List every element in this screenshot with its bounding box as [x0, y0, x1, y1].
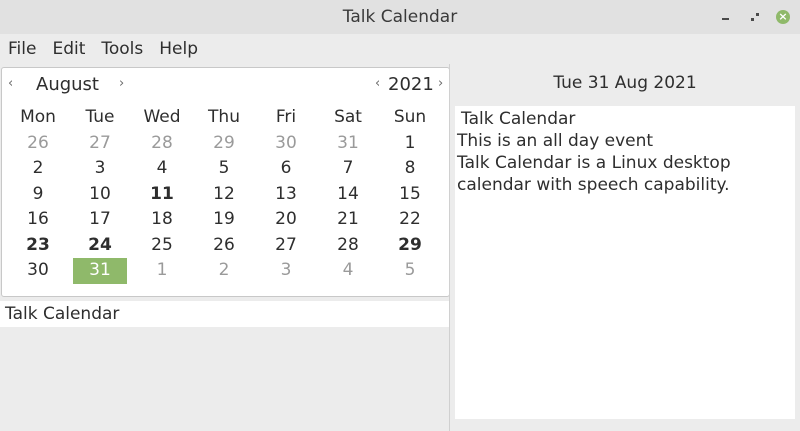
- year-label: 2021: [388, 74, 434, 95]
- calendar-day-selected[interactable]: 31: [73, 258, 127, 284]
- minimize-icon: [721, 18, 729, 20]
- close-button[interactable]: ×: [772, 6, 794, 28]
- weekday-header: Sun: [393, 107, 427, 127]
- calendar-day[interactable]: 26: [193, 233, 255, 259]
- calendar-day[interactable]: 2: [7, 156, 69, 182]
- details-line: calendar with speech capability.: [457, 175, 730, 195]
- calendar-day[interactable]: 29: [379, 233, 441, 259]
- calendar-day[interactable]: 25: [131, 233, 193, 259]
- month-label: August: [36, 74, 99, 95]
- weekday-header: Fri: [275, 107, 297, 127]
- calendar-day[interactable]: 23: [7, 233, 69, 259]
- details-line: Talk Calendar is a Linux desktop: [457, 153, 731, 173]
- calendar-day[interactable]: 4: [131, 156, 193, 182]
- calendar-day[interactable]: 15: [379, 182, 441, 208]
- calendar-day[interactable]: 1: [131, 258, 193, 284]
- prev-month-button[interactable]: ‹: [8, 74, 13, 94]
- calendar-day[interactable]: 4: [317, 258, 379, 284]
- calendar-day[interactable]: 9: [7, 182, 69, 208]
- calendar-day[interactable]: 5: [193, 156, 255, 182]
- calendar-day[interactable]: 7: [317, 156, 379, 182]
- calendar-day[interactable]: 14: [317, 182, 379, 208]
- weekday-header: Sat: [334, 107, 362, 127]
- calendar-day[interactable]: 12: [193, 182, 255, 208]
- calendar-day[interactable]: 3: [255, 258, 317, 284]
- weekday-header: Tue: [85, 107, 115, 127]
- selected-date-label: Tue 31 Aug 2021: [553, 73, 697, 93]
- maximize-button[interactable]: [744, 6, 766, 28]
- calendar-day[interactable]: 5: [379, 258, 441, 284]
- calendar-day[interactable]: 19: [193, 207, 255, 233]
- calendar-day[interactable]: 28: [131, 131, 193, 157]
- next-month-button[interactable]: ›: [119, 74, 124, 94]
- calendar-day[interactable]: 29: [193, 131, 255, 157]
- calendar-day[interactable]: 27: [69, 131, 131, 157]
- calendar-day[interactable]: 6: [255, 156, 317, 182]
- calendar-day[interactable]: 24: [69, 233, 131, 259]
- calendar-day[interactable]: 1: [379, 131, 441, 157]
- menu-help[interactable]: Help: [151, 34, 206, 64]
- window-title: Talk Calendar: [342, 7, 458, 27]
- calendar-day[interactable]: 22: [379, 207, 441, 233]
- calendar-day[interactable]: 11: [131, 182, 193, 208]
- calendar-day[interactable]: 28: [317, 233, 379, 259]
- calendar-day[interactable]: 10: [69, 182, 131, 208]
- details-line: This is an all day event: [457, 131, 654, 151]
- close-icon: ×: [776, 10, 790, 24]
- pane-divider[interactable]: [449, 64, 450, 431]
- calendar-day[interactable]: 30: [255, 131, 317, 157]
- calendar-day[interactable]: 20: [255, 207, 317, 233]
- calendar-day[interactable]: 2: [193, 258, 255, 284]
- menu-bar: File Edit Tools Help: [0, 34, 800, 64]
- title-bar[interactable]: Talk Calendar ×: [0, 0, 800, 34]
- calendar-day[interactable]: 3: [69, 156, 131, 182]
- prev-year-button[interactable]: ‹: [375, 74, 380, 94]
- calendar-day[interactable]: 13: [255, 182, 317, 208]
- event-list-item[interactable]: Talk Calendar: [0, 301, 449, 327]
- weekday-header: Thu: [208, 107, 240, 127]
- menu-file[interactable]: File: [0, 34, 44, 64]
- menu-tools[interactable]: Tools: [93, 34, 151, 64]
- calendar-day[interactable]: 8: [379, 156, 441, 182]
- menu-edit[interactable]: Edit: [44, 34, 93, 64]
- calendar-day[interactable]: 26: [7, 131, 69, 157]
- next-year-button[interactable]: ›: [438, 74, 443, 94]
- calendar-day[interactable]: 16: [7, 207, 69, 233]
- calendar-day[interactable]: 17: [69, 207, 131, 233]
- calendar-day[interactable]: 31: [317, 131, 379, 157]
- calendar-widget[interactable]: ‹ August › ‹ 2021 › Mon Tue Wed Thu Fri Sat Su…: [1, 67, 450, 297]
- calendar-day[interactable]: 18: [131, 207, 193, 233]
- maximize-icon: [751, 13, 759, 21]
- calendar-day[interactable]: 21: [317, 207, 379, 233]
- weekday-header: Mon: [20, 107, 56, 127]
- details-line: Talk Calendar: [461, 109, 576, 129]
- calendar-day[interactable]: 30: [7, 258, 69, 284]
- minimize-button[interactable]: [714, 6, 736, 28]
- calendar-day-grid: Mon Tue Wed Thu Fri Sat Sun 26 27 28 29 30 31 1 2 3 4 5 6 7…: [7, 105, 441, 284]
- calendar-day[interactable]: 27: [255, 233, 317, 259]
- event-details-text[interactable]: Talk Calendar This is an all day event T…: [455, 106, 795, 419]
- weekday-header: Wed: [143, 107, 181, 127]
- app-window: Talk Calendar × File Edit Tools Help ‹ A…: [0, 0, 800, 431]
